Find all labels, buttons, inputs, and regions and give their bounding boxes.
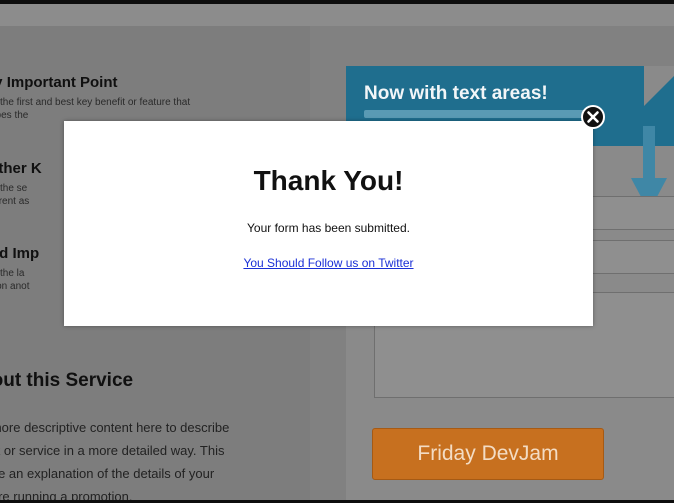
point-text-1b: scribes the xyxy=(0,110,29,121)
about-text: e more descriptive content here to descr… xyxy=(0,416,229,500)
modal-title: Thank You! xyxy=(253,165,404,196)
thank-you-modal: Thank You! Your form has been submitted.… xyxy=(64,121,593,326)
point-text-2a: is is the se xyxy=(0,183,28,194)
about-line-1: e more descriptive content here to descr… xyxy=(0,420,230,435)
top-bar xyxy=(0,4,674,27)
point-title-3: hird Imp xyxy=(0,245,40,262)
about-line-4: u are running a promotion. xyxy=(0,489,133,500)
about-line-2: luct or service in a more detailed way. … xyxy=(0,443,225,458)
close-icon[interactable] xyxy=(581,105,605,129)
twitter-follow-link[interactable]: You Should Follow us on Twitter xyxy=(64,256,593,270)
ribbon-notch xyxy=(644,66,674,106)
modal-message: Your form has been submitted. xyxy=(247,221,410,235)
ribbon-title: Now with text areas! xyxy=(364,83,548,104)
point-text-3b: ention anot xyxy=(0,281,30,292)
point-text-1a: is is the first and best key benefit or … xyxy=(0,97,191,108)
point-text-3a: is is the la xyxy=(0,268,25,279)
ribbon-subtext xyxy=(364,110,594,118)
about-title: bout this Service xyxy=(0,370,134,391)
point-text-2b: different as xyxy=(0,196,30,207)
friday-devjam-button[interactable]: Friday DevJam xyxy=(372,428,604,480)
page: ery Important Point is is the first and … xyxy=(0,4,674,500)
about-line-3: o be an explanation of the details of yo… xyxy=(0,466,215,481)
point-title-2: nother K xyxy=(0,160,42,177)
point-title-1: ery Important Point xyxy=(0,74,118,91)
